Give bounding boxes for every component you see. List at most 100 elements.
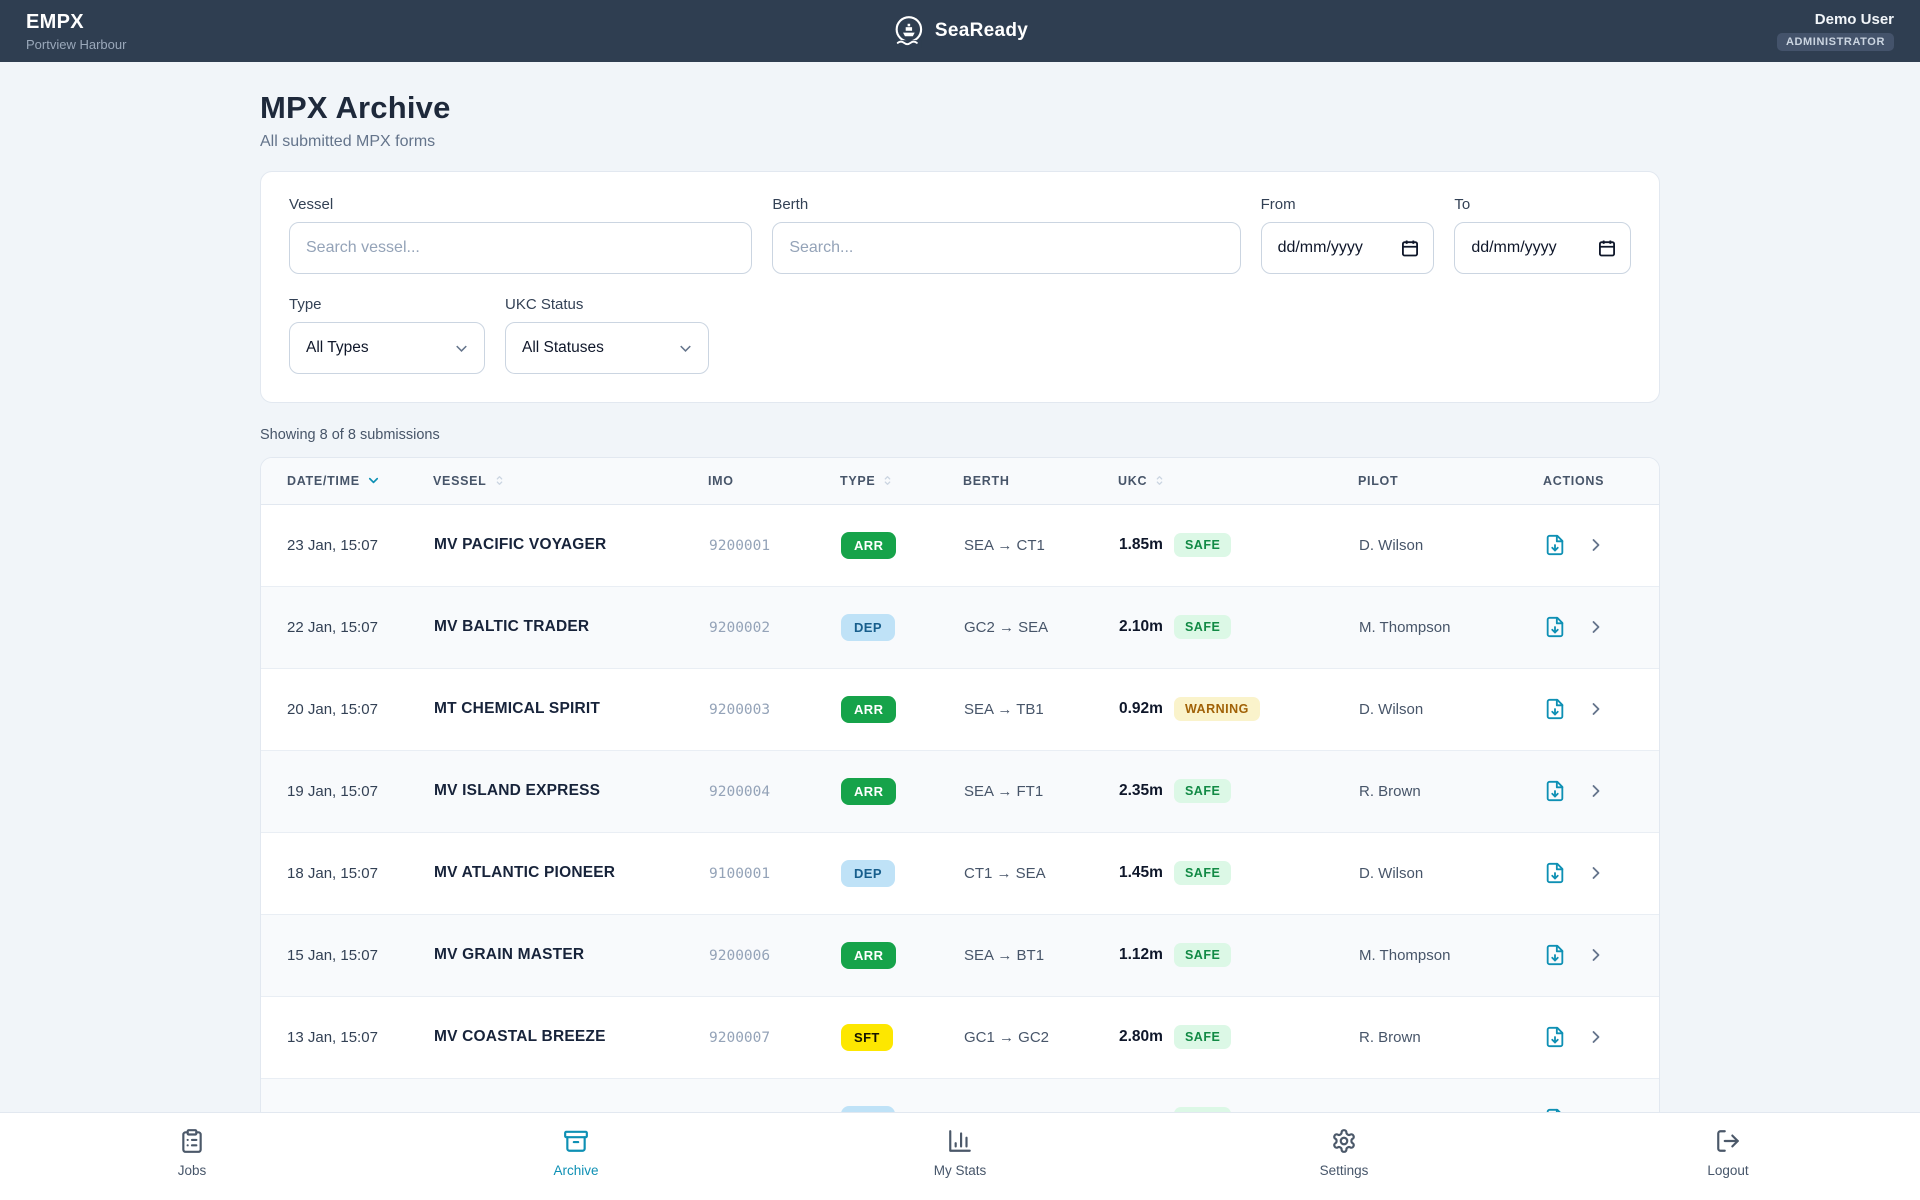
column-header-pilot: PILOT (1358, 458, 1543, 504)
movement-type-badge: ARR (841, 532, 896, 559)
row-berth-route: GC1 → GC2 (964, 1029, 1049, 1046)
ukc-status-badge: SAFE (1174, 943, 1231, 967)
row-ukc-value: 0.92m (1119, 700, 1163, 717)
movement-type-badge: ARR (841, 942, 896, 969)
type-select-value: All Types (306, 339, 369, 357)
file-download-icon[interactable] (1544, 862, 1566, 884)
chevron-right-icon[interactable] (1586, 535, 1606, 555)
column-header-berth: BERTH (963, 458, 1118, 504)
to-date-value: dd/mm/yyyy (1471, 239, 1556, 257)
row-imo: 9200003 (709, 702, 770, 718)
nav-item-settings[interactable]: Settings (1152, 1113, 1536, 1200)
file-download-icon[interactable] (1544, 780, 1566, 802)
nav-item-label: My Stats (934, 1163, 987, 1178)
row-datetime: 18 Jan, 15:07 (261, 832, 433, 914)
row-pilot: D. Wilson (1359, 865, 1423, 882)
submissions-table: DATE/TIMEVESSELIMOTYPEBERTHUKCPILOTACTIO… (261, 458, 1659, 1160)
table-row[interactable]: 18 Jan, 15:07MV ATLANTIC PIONEER9100001D… (261, 832, 1659, 914)
chevron-right-icon[interactable] (1586, 1027, 1606, 1047)
row-datetime: 22 Jan, 15:07 (261, 586, 433, 668)
vessel-filter-label: Vessel (289, 196, 752, 213)
gear-icon (1331, 1128, 1357, 1154)
seaready-ship-icon (892, 14, 926, 48)
filter-card: Vessel Berth From dd/mm/yyyy (260, 171, 1660, 403)
from-date-label: From (1261, 196, 1435, 213)
row-datetime: 20 Jan, 15:07 (261, 668, 433, 750)
row-vessel-name: MT CHEMICAL SPIRIT (434, 700, 600, 717)
chevron-right-icon[interactable] (1586, 863, 1606, 883)
table-row[interactable]: 19 Jan, 15:07MV ISLAND EXPRESS9200004ARR… (261, 750, 1659, 832)
table-row[interactable]: 13 Jan, 15:07MV COASTAL BREEZE9200007SFT… (261, 996, 1659, 1078)
nav-item-archive[interactable]: Archive (384, 1113, 768, 1200)
row-imo: 9200007 (709, 1030, 770, 1046)
from-date-value: dd/mm/yyyy (1278, 239, 1363, 257)
row-ukc-value: 2.35m (1119, 782, 1163, 799)
column-header-type[interactable]: TYPE (840, 458, 963, 504)
ukc-status-badge: SAFE (1174, 1025, 1231, 1049)
to-date-input[interactable]: dd/mm/yyyy (1454, 222, 1631, 274)
app-subtitle: Portview Harbour (26, 37, 126, 52)
nav-item-my-stats[interactable]: My Stats (768, 1113, 1152, 1200)
row-vessel-name: MV PACIFIC VOYAGER (434, 536, 606, 553)
calendar-icon[interactable] (1597, 238, 1617, 258)
user-block: Demo User ADMINISTRATOR (1777, 11, 1894, 51)
logo-text: SeaReady (935, 20, 1028, 42)
row-ukc-value: 1.12m (1119, 946, 1163, 963)
row-datetime: 13 Jan, 15:07 (261, 996, 433, 1078)
vessel-search-input[interactable] (289, 222, 752, 274)
row-ukc-value: 2.10m (1119, 618, 1163, 635)
row-pilot: M. Thompson (1359, 619, 1450, 636)
ukc-status-filter-label: UKC Status (505, 296, 709, 313)
nav-item-logout[interactable]: Logout (1536, 1113, 1920, 1200)
logout-icon (1715, 1128, 1741, 1154)
row-berth-route: SEA → TB1 (964, 701, 1044, 718)
row-imo: 9200006 (709, 948, 770, 964)
chevron-right-icon[interactable] (1586, 781, 1606, 801)
type-select[interactable]: All Types (289, 322, 485, 374)
berth-filter-label: Berth (772, 196, 1240, 213)
nav-item-label: Settings (1320, 1163, 1369, 1178)
column-header-imo: IMO (708, 458, 840, 504)
file-download-icon[interactable] (1544, 534, 1566, 556)
row-vessel-name: MV ATLANTIC PIONEER (434, 864, 615, 881)
file-download-icon[interactable] (1544, 616, 1566, 638)
file-download-icon[interactable] (1544, 944, 1566, 966)
ukc-status-select-value: All Statuses (522, 339, 604, 357)
column-header-date-time[interactable]: DATE/TIME (261, 458, 433, 504)
chevron-down-icon (366, 473, 381, 488)
file-download-icon[interactable] (1544, 1026, 1566, 1048)
brand-block: EMPX Portview Harbour (26, 11, 126, 52)
from-date-input[interactable]: dd/mm/yyyy (1261, 222, 1435, 274)
table-row[interactable]: 20 Jan, 15:07MT CHEMICAL SPIRIT9200003AR… (261, 668, 1659, 750)
row-berth-route: SEA → FT1 (964, 783, 1043, 800)
sort-icon (881, 474, 894, 487)
row-pilot: R. Brown (1359, 1029, 1421, 1046)
column-header-vessel[interactable]: VESSEL (433, 458, 708, 504)
app-name: EMPX (26, 11, 126, 34)
chevron-down-icon (452, 339, 471, 358)
nav-item-jobs[interactable]: Jobs (0, 1113, 384, 1200)
row-pilot: D. Wilson (1359, 537, 1423, 554)
results-summary: Showing 8 of 8 submissions (260, 427, 1660, 443)
nav-item-label: Jobs (178, 1163, 207, 1178)
row-imo: 9200004 (709, 784, 770, 800)
nav-item-label: Logout (1707, 1163, 1748, 1178)
file-download-icon[interactable] (1544, 698, 1566, 720)
row-vessel-name: MV COASTAL BREEZE (434, 1028, 606, 1045)
calendar-icon[interactable] (1400, 238, 1420, 258)
berth-search-input[interactable] (772, 222, 1240, 274)
ukc-status-badge: SAFE (1174, 861, 1231, 885)
row-berth-route: CT1 → SEA (964, 865, 1046, 882)
page-subtitle: All submitted MPX forms (260, 133, 1660, 151)
table-row[interactable]: 15 Jan, 15:07MV GRAIN MASTER9200006ARRSE… (261, 914, 1659, 996)
table-row[interactable]: 23 Jan, 15:07MV PACIFIC VOYAGER9200001AR… (261, 504, 1659, 586)
chevron-right-icon[interactable] (1586, 945, 1606, 965)
column-header-ukc[interactable]: UKC (1118, 458, 1358, 504)
ukc-status-select[interactable]: All Statuses (505, 322, 709, 374)
row-datetime: 19 Jan, 15:07 (261, 750, 433, 832)
chevron-right-icon[interactable] (1586, 617, 1606, 637)
table-row[interactable]: 22 Jan, 15:07MV BALTIC TRADER9200002DEPG… (261, 586, 1659, 668)
chevron-right-icon[interactable] (1586, 699, 1606, 719)
column-header-actions: ACTIONS (1543, 458, 1659, 504)
sort-icon (1153, 474, 1166, 487)
